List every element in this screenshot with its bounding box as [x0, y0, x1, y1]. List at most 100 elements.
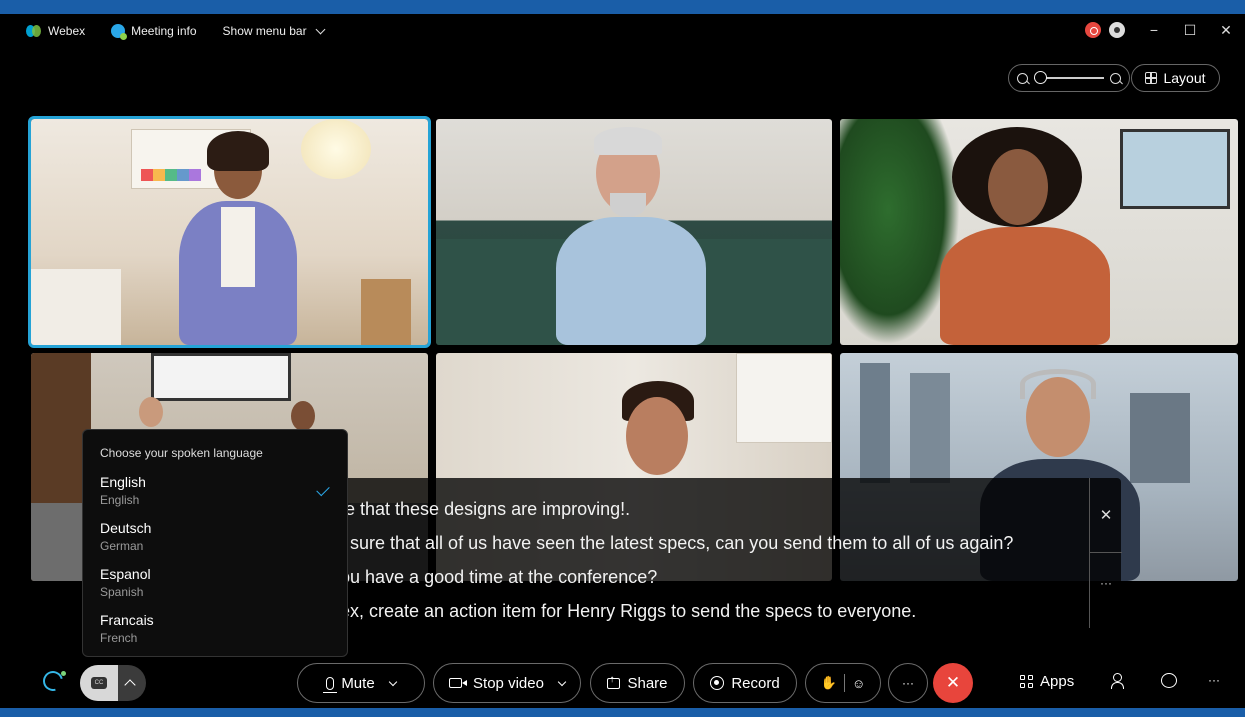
window-frame: [0, 708, 1245, 717]
layout-grid-icon: [1145, 72, 1158, 84]
divider: [843, 674, 845, 692]
share-screen-icon: [607, 674, 621, 689]
maximize-button[interactable]: ☐: [1183, 23, 1197, 37]
title-bar: Webex Meeting info Show menu bar − ☐ ✕: [0, 0, 1245, 58]
end-call-button[interactable]: ✕: [933, 663, 973, 703]
checkmark-icon: [316, 482, 330, 497]
video-tile-3[interactable]: [840, 119, 1238, 345]
participants-button[interactable]: [1111, 673, 1127, 689]
reactions-control[interactable]: ✋ ☺: [805, 663, 881, 703]
chat-icon: [1161, 673, 1177, 688]
share-label: Share: [627, 674, 668, 692]
participant-hair: [594, 127, 662, 155]
caption-line: ex, create an action item for Henry Rigg…: [340, 601, 917, 621]
building: [860, 363, 890, 483]
video-tile-1[interactable]: [28, 116, 431, 348]
share-button[interactable]: Share: [590, 663, 685, 703]
more-options-button[interactable]: ···: [888, 663, 928, 703]
language-name: Francais: [100, 612, 154, 628]
building: [1130, 393, 1190, 483]
mute-button[interactable]: Mute: [297, 663, 425, 703]
overflow-menu-button[interactable]: ···: [1208, 673, 1220, 687]
participant-body: [556, 217, 706, 345]
caption-line: t sure that all of us have seen the late…: [340, 533, 1014, 553]
window: [1120, 129, 1230, 209]
show-menu-bar-button[interactable]: Show menu bar: [222, 24, 326, 38]
chat-button[interactable]: [1161, 673, 1177, 688]
participant-head: [988, 149, 1048, 225]
participant-body: [940, 227, 1110, 345]
recording-status-icon[interactable]: [1085, 22, 1101, 38]
apps-button[interactable]: Apps: [1020, 673, 1074, 690]
chevron-down-icon[interactable]: [388, 677, 397, 686]
sticky-notes: [141, 169, 201, 181]
language-name: Espanol: [100, 566, 151, 582]
participant-shirt: [221, 207, 255, 287]
security-status-icon[interactable]: [1109, 22, 1125, 38]
language-option-english[interactable]: English English: [100, 474, 146, 507]
building: [910, 373, 950, 483]
chevron-down-icon[interactable]: [557, 677, 567, 686]
language-menu-title: Choose your spoken language: [100, 446, 263, 460]
meeting-info-icon: [111, 24, 128, 40]
language-name: Deutsch: [100, 520, 152, 536]
zoom-slider-handle[interactable]: [1034, 71, 1047, 85]
participants-icon: [1111, 673, 1127, 689]
closed-captions-toggle[interactable]: CC: [80, 665, 146, 701]
record-button[interactable]: Record: [693, 663, 797, 703]
participant-beard: [610, 193, 646, 217]
meeting-control-bar: CC Mute Stop video Share Record ✋ ☺ ··· …: [0, 660, 1245, 708]
webex-logo-icon: [26, 25, 42, 37]
more-options-icon: ···: [902, 676, 914, 690]
language-subtitle: English: [100, 493, 140, 507]
sofa: [31, 269, 121, 345]
show-menu-bar-label: Show menu bar: [222, 24, 307, 38]
language-subtitle: Spanish: [100, 585, 144, 599]
layout-label: Layout: [1163, 70, 1206, 86]
raise-hand-icon[interactable]: ✋: [821, 675, 837, 691]
microphone-icon: [323, 676, 338, 693]
apps-label: Apps: [1040, 673, 1075, 690]
participant-hair: [207, 131, 269, 171]
pendant-lamp: [301, 119, 371, 179]
captions-more-options-button[interactable]: ···: [1090, 553, 1122, 628]
zoom-out-icon[interactable]: [1017, 72, 1028, 84]
side-table: [361, 279, 411, 345]
video-tile-2[interactable]: [436, 119, 832, 345]
app-name: Webex: [48, 24, 86, 38]
language-option-espanol[interactable]: Espanol Spanish: [100, 566, 151, 599]
caption-line: ou have a good time at the conference?: [340, 567, 658, 587]
apps-icon: [1020, 674, 1034, 689]
reactions-icon[interactable]: ☺: [852, 676, 865, 691]
zoom-in-icon[interactable]: [1110, 72, 1121, 84]
closed-captions-button[interactable]: CC: [80, 665, 118, 701]
cc-icon: CC: [91, 677, 107, 689]
end-call-icon: ✕: [945, 673, 961, 692]
caption-line: te that these designs are improving!.: [340, 499, 631, 519]
record-icon: [710, 676, 725, 690]
meeting-info-button[interactable]: Meeting info: [111, 24, 197, 40]
video-zoom-control[interactable]: [1008, 64, 1130, 92]
language-name: English: [100, 474, 146, 490]
participant-head: [139, 397, 163, 427]
chevron-down-icon: [315, 24, 326, 34]
mute-label: Mute: [341, 674, 375, 692]
closed-captions-panel: te that these designs are improving!. t …: [340, 478, 1122, 628]
language-option-francais[interactable]: Francais French: [100, 612, 154, 645]
zoom-slider[interactable]: [1034, 71, 1104, 85]
close-captions-button[interactable]: ✕: [1090, 478, 1122, 553]
chevron-up-icon[interactable]: [124, 679, 136, 691]
stop-video-button[interactable]: Stop video: [433, 663, 581, 703]
webex-menu[interactable]: Webex: [26, 24, 85, 38]
overflow-icon: ···: [1208, 673, 1220, 687]
kitchen-cabinet: [736, 353, 832, 443]
layout-button[interactable]: Layout: [1131, 64, 1220, 92]
language-option-deutsch[interactable]: Deutsch German: [100, 520, 151, 553]
stop-video-label: Stop video: [473, 674, 544, 692]
close-window-button[interactable]: ✕: [1219, 23, 1233, 37]
camera-icon: [449, 678, 468, 688]
minimize-button[interactable]: −: [1147, 23, 1161, 37]
record-label: Record: [731, 674, 780, 692]
screen-display: [151, 353, 291, 401]
spoken-language-menu: Choose your spoken language English Engl…: [82, 429, 348, 657]
